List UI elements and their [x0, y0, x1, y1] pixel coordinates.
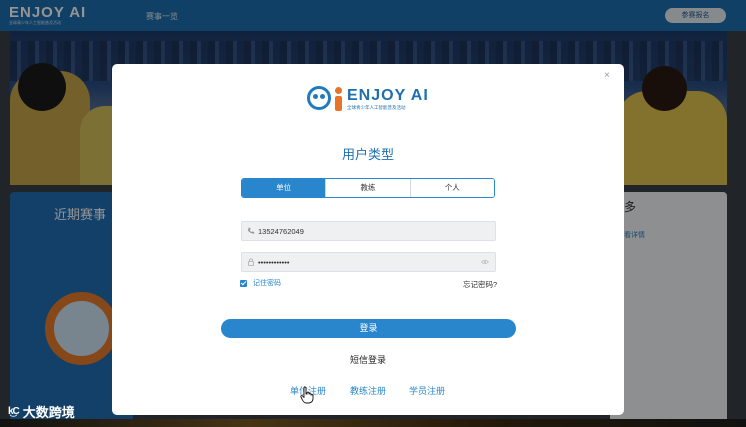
- sms-login-link[interactable]: 短信登录: [112, 353, 624, 366]
- modal-brand-logo: ENJOY AI 全球青少年人工智能普及活动: [307, 85, 437, 115]
- tab-coach[interactable]: 教练: [326, 179, 411, 197]
- robot-eye: [320, 94, 325, 99]
- password-input[interactable]: [258, 255, 478, 269]
- remember-checkbox[interactable]: [240, 279, 247, 287]
- register-student-link[interactable]: 学员注册: [409, 384, 445, 397]
- brand-i-dot: [335, 87, 342, 94]
- remember-label[interactable]: 记住密码: [253, 278, 281, 288]
- tab-individual[interactable]: 个人: [410, 179, 494, 197]
- user-type-title: 用户类型: [341, 147, 394, 162]
- user-type-tabs: 单位 教练 个人: [241, 178, 495, 198]
- register-coach-link[interactable]: 教练注册: [350, 384, 386, 397]
- password-field[interactable]: [241, 252, 496, 272]
- eye-icon[interactable]: [481, 259, 489, 265]
- brand-tagline: 全球青少年人工智能普及活动: [347, 105, 406, 110]
- remember-password[interactable]: 记住密码: [240, 278, 281, 288]
- phone-icon: [248, 227, 255, 234]
- login-modal: × ENJOY AI 全球青少年人工智能普及活动 用户类型 单位 教练 个人 1…: [112, 64, 624, 415]
- phone-input[interactable]: [258, 224, 478, 238]
- brand-i-bar: [335, 96, 342, 111]
- close-icon[interactable]: ×: [604, 70, 610, 81]
- brand-name: ENJOY AI: [347, 87, 429, 104]
- watermark-logo-icon: k͜C: [8, 406, 20, 417]
- robot-head-icon: [307, 86, 331, 110]
- lock-icon: [248, 258, 254, 266]
- forgot-password-link[interactable]: 忘记密码?: [463, 279, 497, 290]
- watermark: k͜C 大数跨境: [8, 402, 75, 421]
- robot-eye: [313, 94, 318, 99]
- tab-organization[interactable]: 单位: [242, 179, 327, 197]
- phone-field[interactable]: [241, 221, 496, 241]
- watermark-text: 大数跨境: [22, 405, 75, 420]
- login-button[interactable]: 登录: [221, 319, 516, 338]
- hand-cursor-icon: [300, 386, 314, 404]
